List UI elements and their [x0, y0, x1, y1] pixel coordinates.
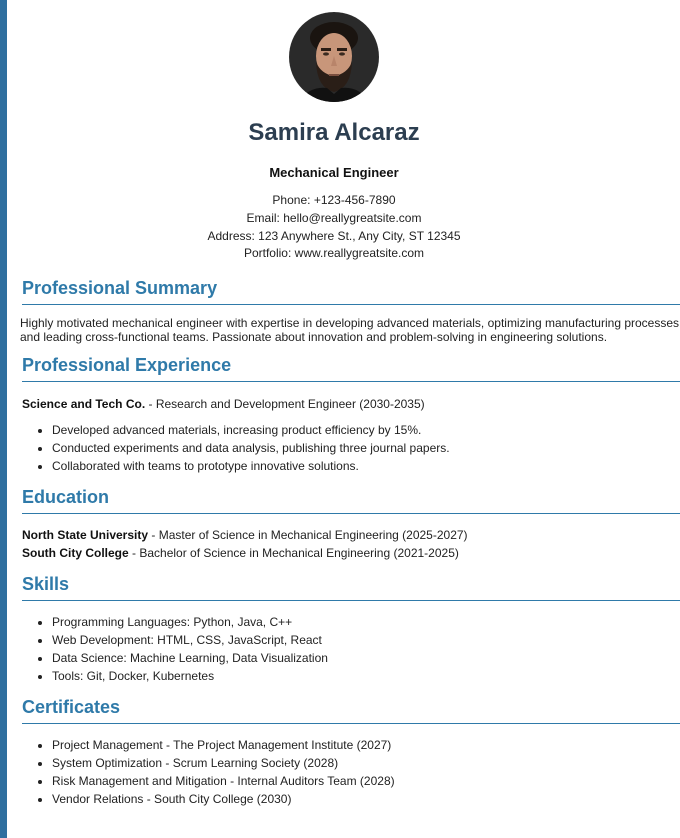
list-item: Risk Management and Mitigation - Interna… [52, 772, 680, 790]
address-label: Address: [207, 228, 255, 243]
certificates-section: Certificates Project Management - The Pr… [22, 696, 680, 808]
summary-line-1: Highly motivated mechanical engineer wit… [20, 316, 680, 331]
experience-section: Professional Experience Science and Tech… [22, 354, 680, 475]
certificates-heading: Certificates [22, 696, 680, 725]
list-item: Data Science: Machine Learning, Data Vis… [52, 649, 680, 667]
summary-heading: Professional Summary [22, 277, 680, 306]
education-list: North State University - Master of Scien… [22, 526, 680, 562]
address-value: 123 Anywhere St., Any City, ST 12345 [258, 228, 461, 243]
company-name: Science and Tech Co. [22, 397, 146, 412]
address-line: Address: 123 Anywhere St., Any City, ST … [0, 228, 668, 246]
profile-photo [289, 12, 379, 102]
summary-section: Professional Summary Highly motivated me… [20, 277, 680, 344]
list-item: Web Development: HTML, CSS, JavaScript, … [52, 631, 680, 649]
email-value: hello@reallygreatsite.com [283, 210, 422, 225]
role-detail: - Research and Development Engineer (203… [145, 397, 425, 412]
list-item: Developed advanced materials, increasing… [52, 421, 680, 439]
summary-text: Highly motivated mechanical engineer wit… [20, 317, 680, 344]
candidate-name: Samira Alcaraz [248, 119, 420, 146]
experience-heading: Professional Experience [22, 354, 680, 383]
email-line: Email: hello@reallygreatsite.com [0, 210, 668, 228]
list-item: Collaborated with teams to prototype inn… [52, 457, 680, 475]
degree-detail: - Master of Science in Mechanical Engine… [148, 528, 468, 543]
list-item: Conducted experiments and data analysis,… [52, 439, 680, 457]
portfolio-line: Portfolio: www.reallygreatsite.com [0, 245, 668, 263]
education-entry: South City College - Bachelor of Science… [22, 544, 680, 562]
list-item: Programming Languages: Python, Java, C++ [52, 613, 680, 631]
phone-value: +123-456-7890 [313, 193, 396, 207]
contact-info: Phone: +123-456-7890 Email: hello@really… [0, 192, 668, 263]
phone-label: Phone: [272, 193, 311, 207]
list-item: System Optimization - Scrum Learning Soc… [52, 754, 680, 772]
resume-page: Samira Alcaraz Mechanical Engineer Phone… [20, 0, 680, 808]
experience-entry: Science and Tech Co. - Research and Deve… [22, 396, 680, 412]
education-section: Education North State University - Maste… [22, 486, 680, 562]
skills-section: Skills Programming Languages: Python, Ja… [22, 573, 680, 685]
portfolio-label: Portfolio: [243, 246, 292, 261]
list-item: Tools: Git, Docker, Kubernetes [52, 667, 680, 685]
list-item: Vendor Relations - South City College (2… [52, 790, 680, 808]
list-item: Project Management - The Project Managem… [52, 736, 680, 754]
experience-bullets: Developed advanced materials, increasing… [22, 421, 680, 475]
education-heading: Education [22, 486, 680, 515]
portfolio-value: www.reallygreatsite.com [294, 246, 425, 261]
school-name: South City College [22, 546, 129, 561]
job-title: Mechanical Engineer [269, 165, 399, 180]
phone-line: Phone: +123-456-7890 [0, 192, 668, 210]
degree-detail: - Bachelor of Science in Mechanical Engi… [128, 546, 459, 561]
email-label: Email: [246, 210, 280, 225]
education-entry: North State University - Master of Scien… [22, 526, 680, 544]
school-name: North State University [22, 528, 149, 543]
skills-list: Programming Languages: Python, Java, C++… [22, 613, 680, 685]
resume-header: Samira Alcaraz Mechanical Engineer Phone… [0, 12, 668, 263]
certificates-list: Project Management - The Project Managem… [22, 736, 680, 808]
summary-line-2: and leading cross-functional teams. Pass… [20, 329, 608, 344]
skills-heading: Skills [22, 573, 680, 602]
